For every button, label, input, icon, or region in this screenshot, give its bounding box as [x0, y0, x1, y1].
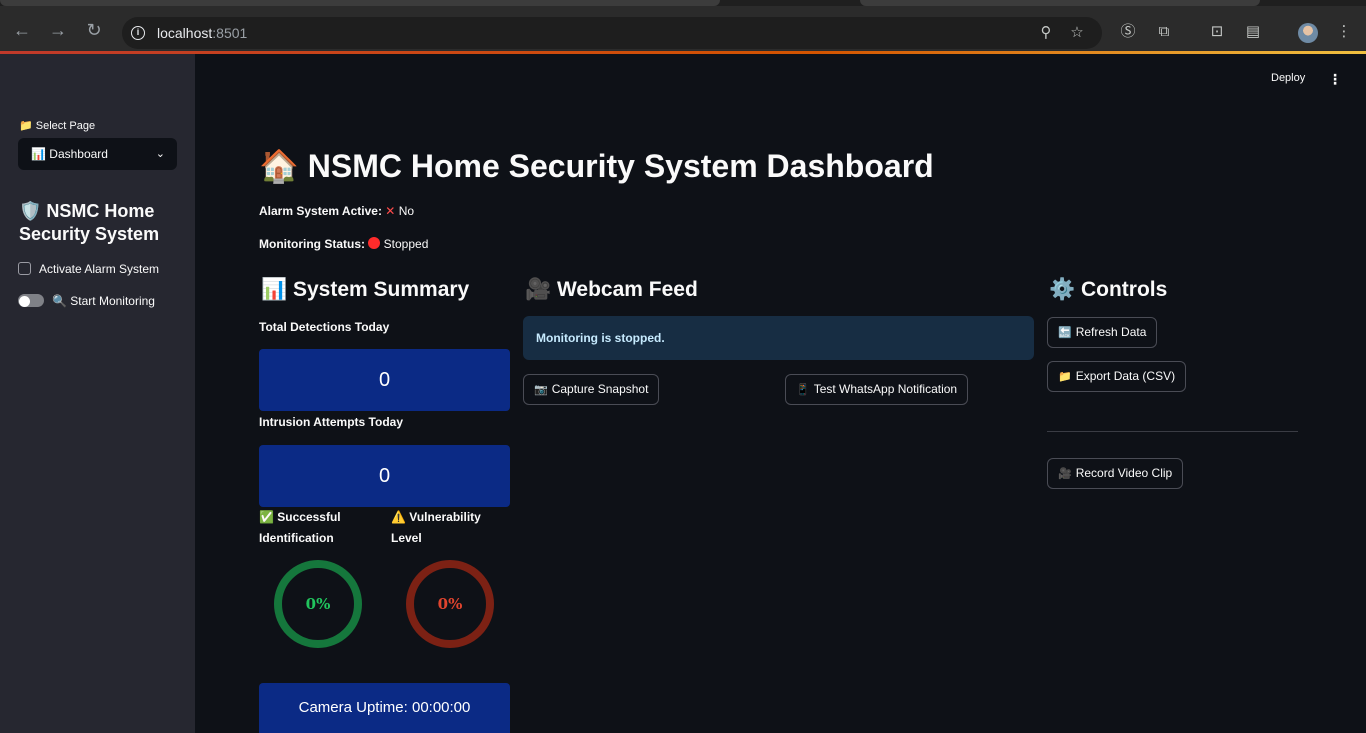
test-whatsapp-label: Test WhatsApp Notification [813, 382, 958, 396]
phone-icon: 📱 [796, 384, 810, 396]
chevron-down-icon: ⌄ [155, 148, 165, 160]
controls-heading: ⚙️ Controls [1049, 278, 1168, 301]
page-select-value: 📊 Dashboard [31, 147, 108, 161]
video-camera-icon: 🎥 [1058, 468, 1072, 480]
refresh-data-button[interactable]: 🔙 Refresh Data [1047, 317, 1158, 348]
browser-menu-icon[interactable]: ⋮ [1334, 22, 1354, 42]
alarm-status: Alarm System Active: ✕ No [259, 204, 414, 218]
record-video-button[interactable]: 🎥 Record Video Clip [1047, 458, 1184, 489]
alarm-status-value: No [398, 204, 415, 218]
page-title: 🏠 NSMC Home Security System Dashboard [259, 148, 934, 184]
test-whatsapp-button[interactable]: 📱 Test WhatsApp Notification [785, 374, 969, 405]
toggle-knob [19, 296, 30, 307]
refresh-icon: 🔙 [1058, 327, 1072, 339]
toggle-label: 🔍 Start Monitoring [52, 294, 155, 308]
alarm-status-label: Alarm System Active: [259, 204, 382, 218]
zoom-icon[interactable]: ⚲ [1037, 24, 1055, 42]
profile-avatar[interactable] [1298, 23, 1318, 43]
page-select[interactable]: 📊 Dashboard ⌄ [18, 138, 177, 170]
success-gauge: 0% [274, 560, 362, 648]
sidebar-title: 🛡️ NSMC Home Security System [19, 201, 160, 244]
info-alert: Monitoring is stopped. [523, 316, 1034, 360]
success-label: ✅ Successful Identification [259, 510, 341, 545]
browser-toolbar: ← → ↻ i localhost:8501 ⚲ ☆ Ⓢ ⧉ ⊡ ▤ ⋮ [0, 6, 1366, 52]
checkbox-box[interactable] [18, 262, 31, 275]
capture-snapshot-label: Capture Snapshot [551, 382, 649, 396]
select-page-label: 📁 Select Page [19, 120, 96, 132]
address-bar[interactable]: i localhost:8501 ⚲ ☆ [122, 17, 1102, 49]
export-data-label: Export Data (CSV) [1075, 369, 1176, 383]
webcam-heading: 🎥 Webcam Feed [525, 278, 698, 301]
detections-label: Total Detections Today [259, 320, 390, 334]
controls-divider [1047, 431, 1298, 432]
back-arrow-icon[interactable]: ← [12, 20, 32, 40]
record-video-label: Record Video Clip [1075, 466, 1173, 480]
camera-icon: 📷 [534, 384, 548, 396]
deploy-button[interactable]: Deploy [1271, 72, 1305, 84]
refresh-data-label: Refresh Data [1075, 325, 1147, 339]
bookmark-star-icon[interactable]: ☆ [1068, 24, 1086, 42]
capture-snapshot-button[interactable]: 📷 Capture Snapshot [523, 374, 660, 405]
detections-value: 0 [259, 349, 510, 411]
vulnerability-label: ⚠️ Vulnerability Level [391, 510, 481, 545]
monitoring-status-value: Stopped [383, 237, 429, 251]
streamlit-app: 📁 Select Page 📊 Dashboard ⌄ 🛡️ NSMC Home… [0, 54, 1366, 733]
export-data-button[interactable]: 📁 Export Data (CSV) [1047, 361, 1187, 392]
cross-icon: ✕ [385, 204, 396, 218]
tab-search-icon[interactable]: ▤ [1243, 22, 1263, 42]
extension-s-icon[interactable]: Ⓢ [1118, 22, 1138, 42]
reload-icon[interactable]: ↻ [84, 20, 104, 40]
monitoring-status: Monitoring Status: Stopped [259, 237, 428, 251]
toggle-track[interactable] [18, 294, 44, 307]
folder-icon: 📁 [1058, 371, 1072, 383]
checkbox-label: Activate Alarm System [39, 262, 160, 276]
camera-uptime: Camera Uptime: 00:00:00 [259, 683, 510, 733]
url-text[interactable]: localhost:8501 [157, 25, 247, 41]
red-circle-icon [368, 237, 381, 249]
main-menu-icon[interactable]: ⋮ [1328, 71, 1342, 88]
main-content: Deploy ⋮ 🏠 NSMC Home Security System Das… [195, 54, 1366, 733]
screenshot-icon[interactable]: ⊡ [1207, 22, 1227, 42]
vulnerability-gauge: 0% [406, 560, 494, 648]
summary-heading: 📊 System Summary [261, 278, 470, 301]
intrusions-value: 0 [259, 445, 510, 507]
sidebar: 📁 Select Page 📊 Dashboard ⌄ 🛡️ NSMC Home… [0, 54, 195, 733]
site-info-icon[interactable]: i [131, 26, 145, 40]
extensions-puzzle-icon[interactable]: ⧉ [1154, 22, 1174, 42]
forward-arrow-icon[interactable]: → [48, 20, 68, 40]
monitoring-status-label: Monitoring Status: [259, 237, 365, 251]
intrusions-label: Intrusion Attempts Today [259, 415, 403, 429]
info-alert-text: Monitoring is stopped. [536, 331, 665, 345]
